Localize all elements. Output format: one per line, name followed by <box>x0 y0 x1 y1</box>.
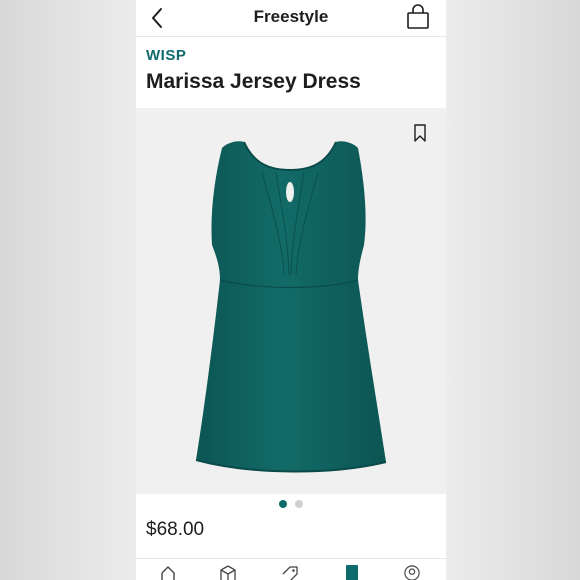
tab-fix[interactable] <box>218 565 238 580</box>
bookmark-icon <box>414 124 426 142</box>
product-price: $68.00 <box>146 519 205 540</box>
tag-icon <box>282 566 298 580</box>
background-right <box>446 0 580 580</box>
background-left <box>0 0 136 580</box>
bookmark-button[interactable] <box>410 122 430 144</box>
shopping-bag-button[interactable] <box>404 3 432 31</box>
tab-deals[interactable] <box>280 565 300 580</box>
freestyle-icon <box>346 565 358 580</box>
phone-screen: Freestyle WISP Marissa Jersey Dress $68.… <box>136 0 446 580</box>
box-icon <box>220 565 236 580</box>
product-brand[interactable]: WISP <box>146 47 186 64</box>
tab-profile[interactable] <box>402 565 422 580</box>
shopping-bag-icon <box>407 4 429 29</box>
tab-freestyle[interactable] <box>342 565 362 580</box>
carousel-dot-2[interactable] <box>295 500 303 508</box>
bottom-tab-bar <box>136 558 446 580</box>
product-image-dress <box>195 141 387 473</box>
product-image-carousel[interactable] <box>136 108 446 494</box>
top-nav-bar: Freestyle <box>136 0 446 37</box>
home-icon <box>161 566 175 580</box>
profile-icon <box>404 565 420 580</box>
carousel-indicator <box>136 500 446 512</box>
tab-home[interactable] <box>158 565 178 580</box>
product-name: Marissa Jersey Dress <box>146 70 361 93</box>
page-title: Freestyle <box>253 7 329 26</box>
carousel-dot-1[interactable] <box>279 500 287 508</box>
